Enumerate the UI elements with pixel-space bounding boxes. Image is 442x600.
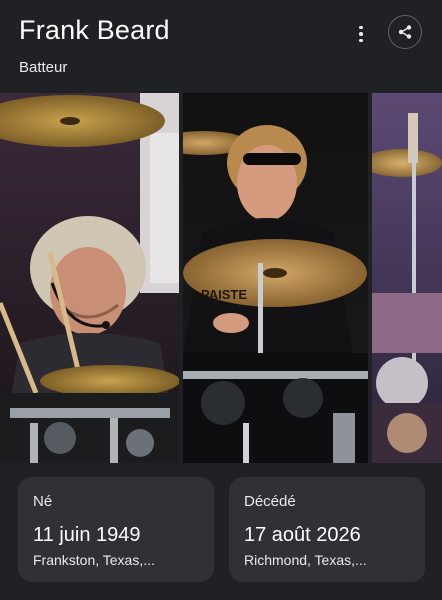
knowledge-panel-header: Frank Beard Batteur (0, 0, 442, 92)
born-place: Frankston, Texas,... (33, 552, 155, 568)
share-icon (398, 25, 412, 39)
died-date: 17 août 2026 (244, 524, 361, 546)
died-label: Décédé (244, 493, 296, 510)
drum-kit-photo[interactable] (372, 93, 442, 463)
entity-title: Frank Beard (19, 15, 170, 45)
cymbal-brand-text: PAISTE (201, 287, 247, 302)
drummer-sunglasses-photo[interactable]: PAISTE (183, 93, 368, 463)
image-gallery[interactable]: PAISTE (0, 93, 442, 463)
born-fact-card[interactable]: Né 11 juin 1949 Frankston, Texas,... (18, 477, 214, 582)
died-fact-card[interactable]: Décédé 17 août 2026 Richmond, Texas,... (229, 477, 425, 582)
born-date: 11 juin 1949 (33, 524, 141, 546)
share-button[interactable] (388, 15, 422, 49)
died-place: Richmond, Texas,... (244, 552, 367, 568)
entity-subtitle: Batteur (19, 59, 68, 76)
more-vert-icon[interactable] (349, 22, 373, 46)
drummer-headset-photo[interactable] (0, 93, 179, 463)
born-label: Né (33, 493, 53, 510)
